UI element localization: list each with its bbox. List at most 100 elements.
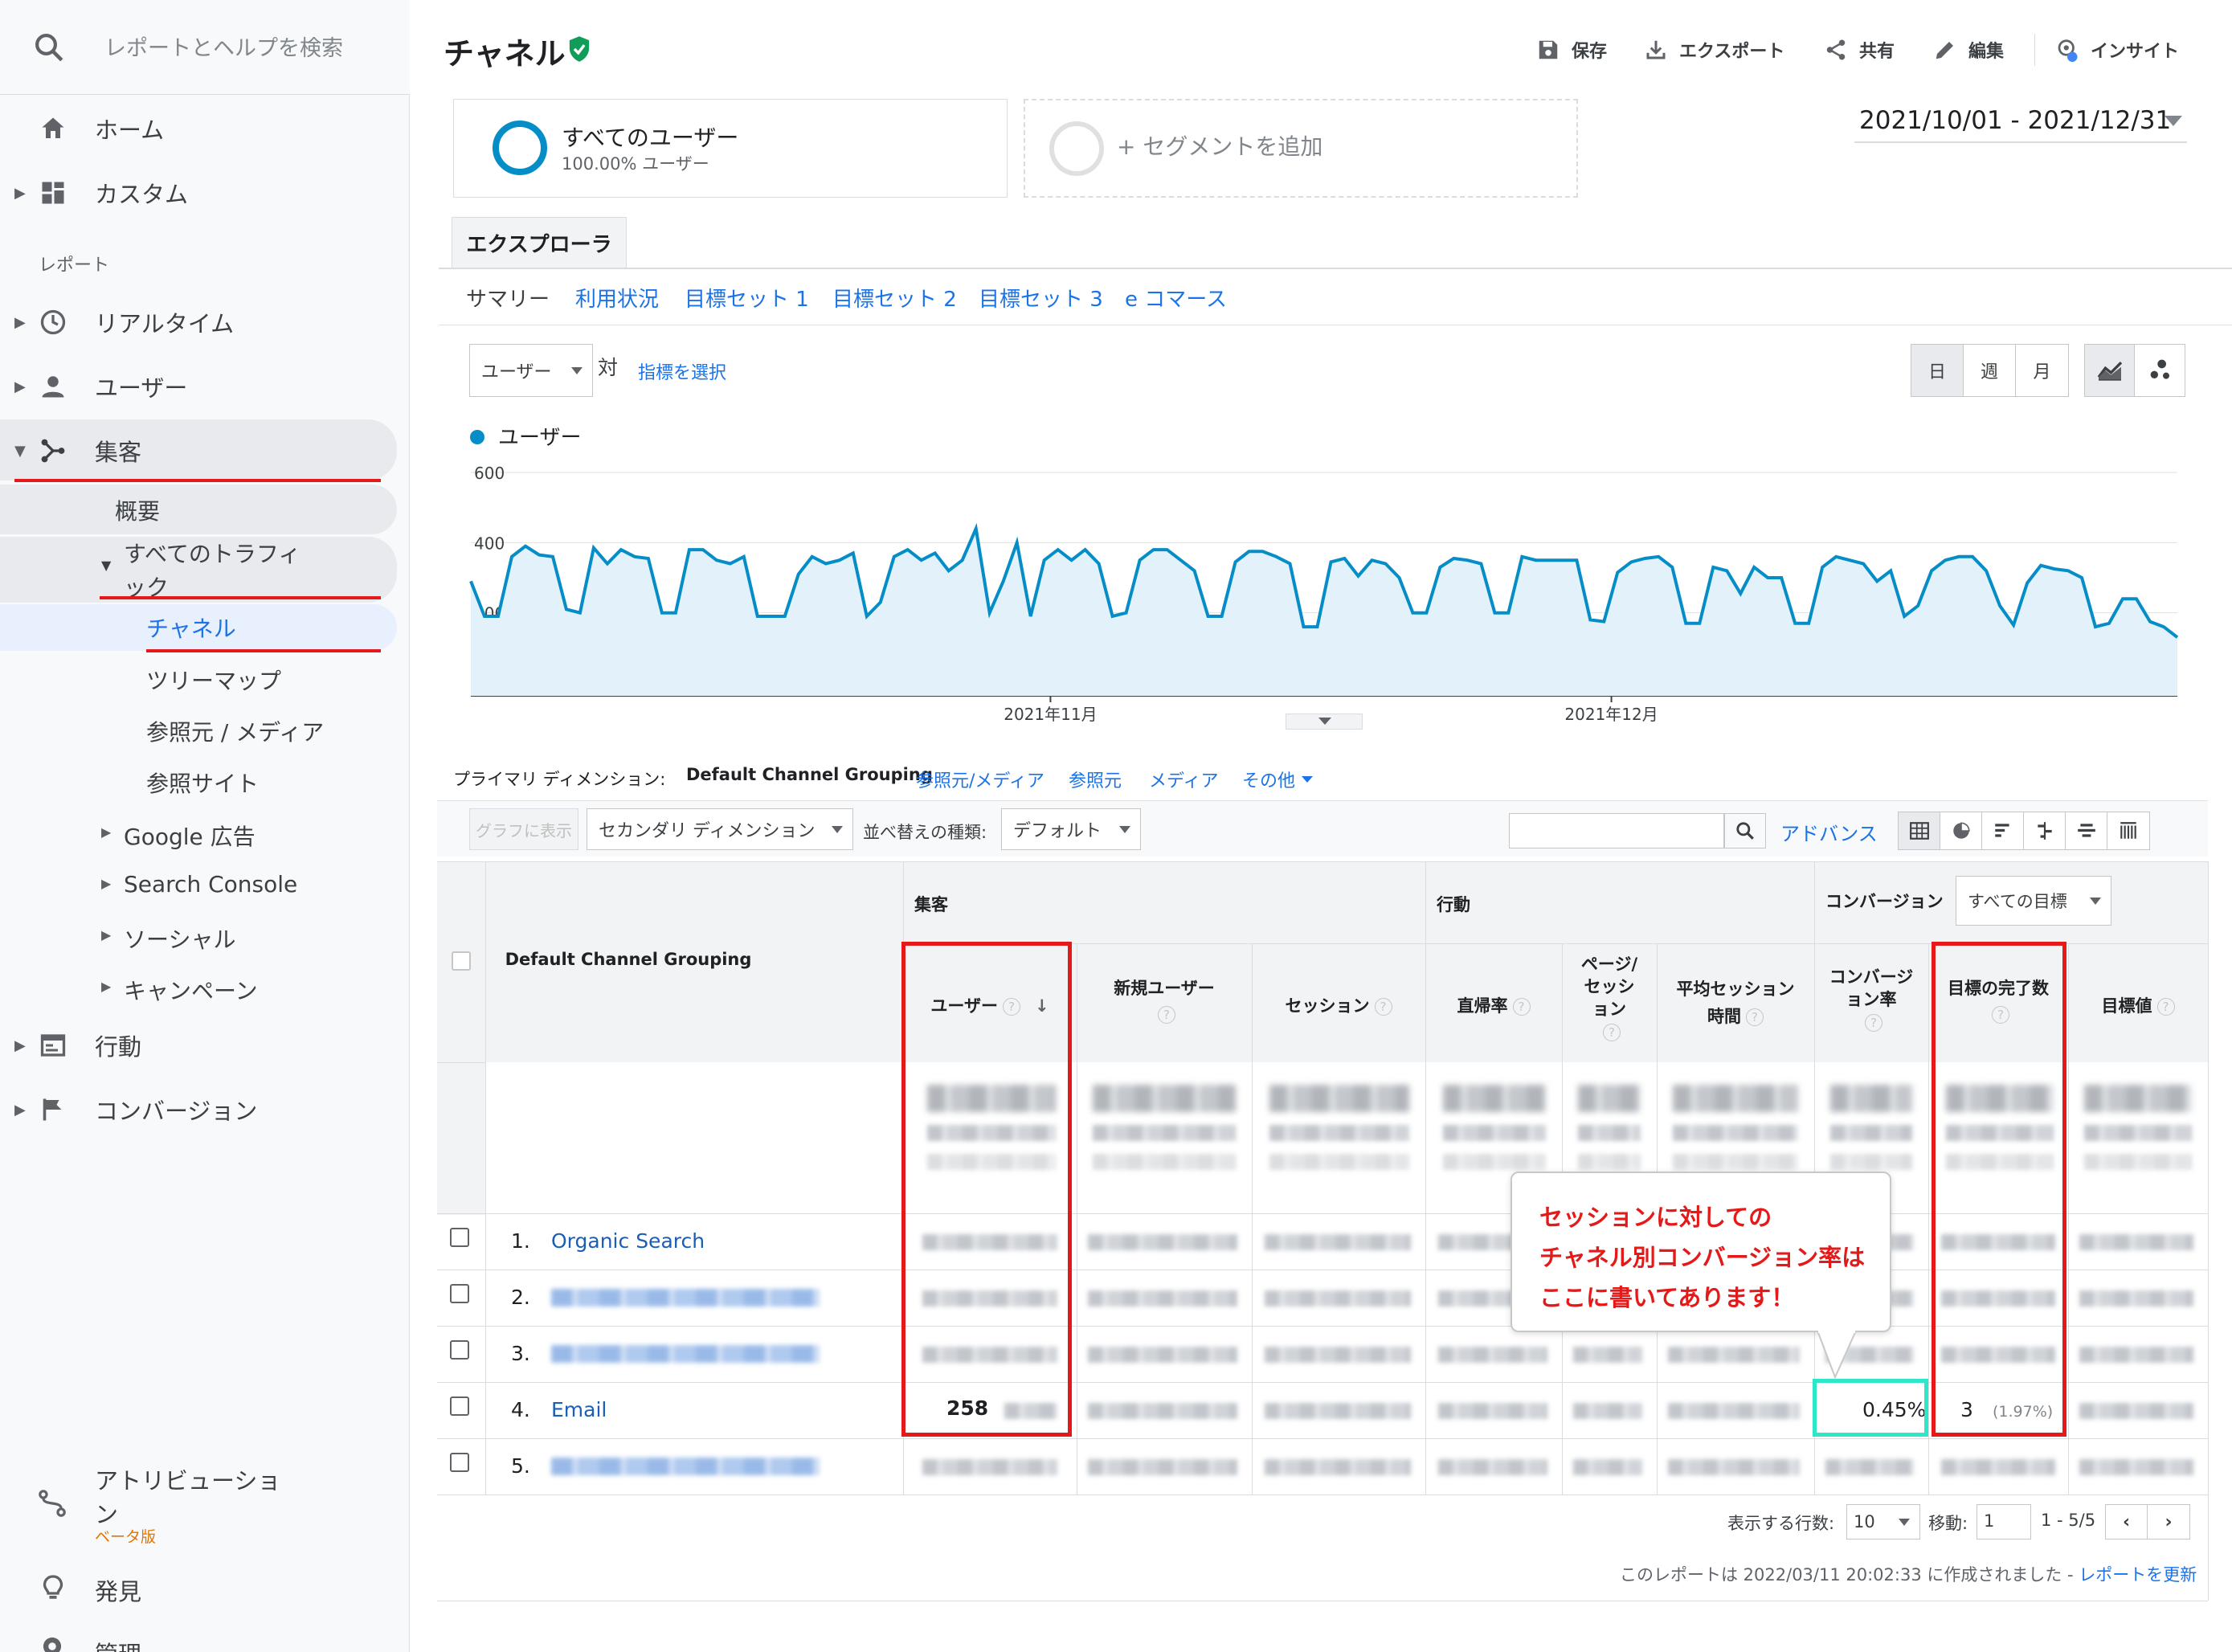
chevron-down-icon[interactable] bbox=[2165, 116, 2182, 126]
month-button[interactable]: 月 bbox=[2016, 345, 2068, 396]
help-icon[interactable]: ? bbox=[1603, 1024, 1621, 1041]
select-metric-link[interactable]: 指標を選択 bbox=[638, 358, 726, 384]
sidebar-item-source-medium[interactable]: 参照元 / メディア bbox=[146, 715, 324, 747]
dimension-source-medium[interactable]: 参照元/メディア bbox=[916, 767, 1044, 792]
plot-rows-button[interactable]: グラフに表示 bbox=[469, 808, 578, 850]
bubble-chart-icon bbox=[2150, 359, 2169, 379]
table-search-input[interactable] bbox=[1509, 813, 1724, 848]
help-icon[interactable]: ? bbox=[1512, 998, 1531, 1016]
help-icon[interactable]: ? bbox=[1158, 1006, 1175, 1024]
sort-type-select[interactable]: デフォルト bbox=[1001, 808, 1141, 850]
comparison-view-button[interactable] bbox=[2024, 812, 2066, 849]
dimension-column-header[interactable]: Default Channel Grouping bbox=[485, 950, 771, 969]
segment-name: すべてのユーザー bbox=[562, 125, 739, 151]
save-button[interactable]: 保存 bbox=[1536, 37, 1607, 63]
subtab-usage[interactable]: 利用状況 bbox=[575, 283, 659, 313]
sidebar-item-social[interactable]: ソーシャル bbox=[124, 922, 235, 955]
edit-button[interactable]: 編集 bbox=[1933, 37, 2004, 63]
subtab-summary[interactable]: サマリー bbox=[466, 283, 550, 313]
select-all-checkbox[interactable] bbox=[452, 951, 471, 971]
add-segment-button[interactable]: + セグメントを追加 bbox=[1024, 99, 1578, 198]
chart-collapse-handle[interactable] bbox=[1286, 714, 1363, 730]
segment-all-users[interactable]: すべてのユーザー 100.00% ユーザー bbox=[453, 99, 1008, 198]
sidebar-item-search-console[interactable]: Search Console bbox=[124, 871, 297, 898]
column-header-new-users[interactable]: 新規ユーザー? bbox=[1077, 975, 1252, 1024]
subtab-goal-set-2[interactable]: 目標セット 2 bbox=[832, 283, 957, 313]
sidebar-item-home[interactable]: ホーム bbox=[0, 100, 394, 157]
row-checkbox[interactable] bbox=[450, 1453, 469, 1472]
redacted-total-subvalue bbox=[1673, 1125, 1798, 1141]
dimension-other[interactable]: その他 bbox=[1242, 767, 1295, 792]
search-placeholder: レポートとヘルプを検索 bbox=[104, 36, 343, 61]
subtab-goal-set-1[interactable]: 目標セット 1 bbox=[685, 283, 809, 313]
pie-view-button[interactable] bbox=[1940, 812, 1982, 849]
column-header-pages-session[interactable]: ページ/セッシ ョン? bbox=[1562, 953, 1657, 1043]
channel-link-organic-search[interactable]: Organic Search bbox=[551, 1229, 705, 1253]
column-label: セッシ bbox=[1584, 977, 1635, 996]
term-cloud-view-button[interactable] bbox=[2066, 812, 2107, 849]
prev-page-chevron-icon[interactable]: ‹ bbox=[2106, 1505, 2148, 1539]
sidebar-item-all-traffic-line1[interactable]: すべてのトラフィ bbox=[124, 537, 300, 569]
motion-chart-button[interactable] bbox=[2135, 345, 2185, 396]
column-header-bounce-rate[interactable]: 直帰率? bbox=[1425, 993, 1562, 1017]
sidebar-item-custom[interactable]: ▶ カスタム bbox=[0, 165, 394, 221]
advanced-filter-link[interactable]: アドバンス bbox=[1780, 818, 1878, 846]
help-icon[interactable]: ? bbox=[1374, 998, 1392, 1016]
performance-view-button[interactable] bbox=[1982, 812, 2024, 849]
sidebar-item-realtime[interactable]: ▶ リアルタイム bbox=[0, 294, 394, 350]
secondary-dimension-select[interactable]: セカンダリ ディメンション bbox=[587, 808, 853, 850]
sidebar-item-discover[interactable]: 発見 bbox=[95, 1573, 141, 1607]
table-search-button[interactable] bbox=[1724, 813, 1766, 848]
column-header-sessions[interactable]: セッション? bbox=[1252, 993, 1425, 1017]
help-icon[interactable]: ? bbox=[1746, 1008, 1764, 1026]
sidebar-item-channels[interactable]: チャネル bbox=[146, 611, 236, 644]
line-chart-button[interactable] bbox=[2085, 345, 2135, 396]
channel-link-email[interactable]: Email bbox=[551, 1398, 607, 1421]
subtab-goal-set-3[interactable]: 目標セット 3 bbox=[979, 283, 1103, 313]
date-underline bbox=[1854, 141, 2187, 143]
next-page-chevron-icon[interactable]: › bbox=[2148, 1505, 2189, 1539]
export-button[interactable]: エクスポート bbox=[1644, 37, 1784, 63]
dimension-source[interactable]: 参照元 bbox=[1069, 767, 1122, 792]
goal-select[interactable]: すべての目標 bbox=[1956, 876, 2111, 926]
pivot-view-button[interactable] bbox=[2107, 812, 2149, 849]
day-button[interactable]: 日 bbox=[1911, 345, 1964, 396]
channel-link-redacted[interactable] bbox=[551, 1458, 820, 1475]
sidebar-item-attribution-line1[interactable]: アトリビューショ bbox=[95, 1462, 280, 1496]
subtab-ecommerce[interactable]: e コマース bbox=[1125, 283, 1227, 313]
row-checkbox[interactable] bbox=[450, 1228, 469, 1247]
sidebar-item-behavior[interactable]: ▶ 行動 bbox=[0, 1017, 394, 1073]
row-checkbox[interactable] bbox=[450, 1340, 469, 1360]
channel-link-redacted[interactable] bbox=[551, 1289, 820, 1306]
sidebar-item-acquisition[interactable]: ▼ 集客 bbox=[0, 423, 394, 479]
sidebar-item-conversions[interactable]: ▶ コンバージョン bbox=[0, 1082, 394, 1138]
week-button[interactable]: 週 bbox=[1964, 345, 2016, 396]
sidebar-item-overview[interactable]: 概要 bbox=[115, 494, 160, 526]
row-checkbox[interactable] bbox=[450, 1284, 469, 1303]
column-header-goal-value[interactable]: 目標値? bbox=[2068, 993, 2208, 1017]
sidebar-item-admin[interactable]: 管理 bbox=[95, 1636, 141, 1652]
help-icon[interactable]: ? bbox=[1865, 1014, 1882, 1032]
refresh-report-link[interactable]: レポートを更新 bbox=[2079, 1565, 2197, 1585]
tab-explorer[interactable]: エクスプローラ bbox=[452, 217, 627, 268]
insights-button[interactable]: インサイト bbox=[2055, 37, 2179, 63]
help-icon[interactable]: ? bbox=[2156, 998, 2175, 1016]
date-range-selector[interactable]: 2021/10/01 - 2021/12/31 bbox=[1859, 106, 2171, 135]
sidebar-item-referrals[interactable]: 参照サイト bbox=[146, 767, 259, 799]
sidebar-item-users[interactable]: ▶ ユーザー bbox=[0, 358, 394, 415]
channel-link-redacted[interactable] bbox=[551, 1345, 820, 1363]
dimension-medium[interactable]: メディア bbox=[1149, 767, 1218, 792]
column-header-avg-session-duration[interactable]: 平均セッション 時間? bbox=[1657, 975, 1814, 1030]
sidebar-item-treemap[interactable]: ツリーマップ bbox=[146, 664, 281, 696]
metric-select[interactable]: ユーザー bbox=[469, 344, 593, 397]
sidebar-item-campaigns[interactable]: キャンペーン bbox=[124, 974, 258, 1006]
sidebar-search[interactable]: レポートとヘルプを検索 bbox=[0, 0, 410, 95]
rows-per-page-select[interactable]: 10 bbox=[1846, 1504, 1920, 1540]
share-button[interactable]: 共有 bbox=[1824, 37, 1895, 63]
sidebar-item-google-ads[interactable]: Google 広告 bbox=[124, 820, 255, 852]
row-checkbox[interactable] bbox=[450, 1396, 469, 1416]
redacted-total-subvalue bbox=[1578, 1125, 1641, 1141]
column-header-conversion-rate[interactable]: コンバージ ョン率? bbox=[1814, 966, 1928, 1033]
goto-page-input[interactable]: 1 bbox=[1977, 1504, 2031, 1540]
data-table-view-button[interactable] bbox=[1899, 812, 1940, 849]
